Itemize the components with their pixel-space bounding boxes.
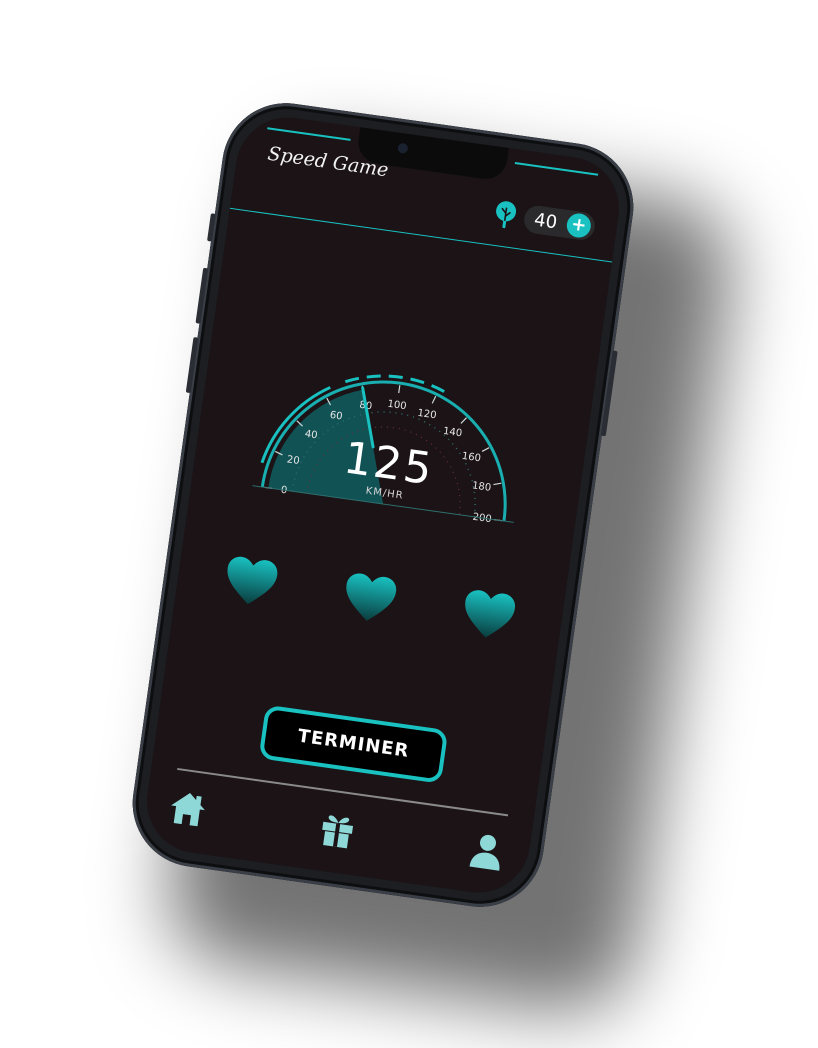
currency-pill: 40 + [522,204,597,242]
gauge-tick [481,447,490,452]
gauge-tick [460,417,467,424]
gauge-tick [398,385,401,394]
heart-icon [346,573,397,621]
gauge-tick-label: 100 [387,399,407,413]
lives [208,551,531,651]
nav-item-gifts[interactable] [314,807,360,856]
currency-value: 40 [532,208,559,233]
bottom-nav [165,787,510,876]
speedometer: 020406080100120140160180200 125 KM/HR [251,347,533,532]
header-accent-line [267,127,351,141]
header-accent-line [514,162,599,176]
tree-icon [496,201,517,229]
gauge-tick-label: 60 [329,410,343,423]
gift-icon [322,815,354,849]
finish-button[interactable]: TERMINER [258,704,449,784]
app-header: Speed Game 40 + [229,110,626,263]
nav-item-profile[interactable] [464,828,510,877]
gauge-tick-label: 140 [442,426,462,440]
camera [397,142,409,154]
user-icon [469,834,500,871]
gauge-tick-label: 120 [417,408,437,422]
home-icon [171,792,205,827]
volume-down-button [185,336,199,394]
mute-switch [207,213,216,242]
nav-item-home[interactable] [165,786,211,835]
mockup-scene: Speed Game 40 + 02040608010 [0,0,818,1048]
heart-icon [227,556,278,605]
volume-up-button [195,267,209,324]
add-currency-button[interactable]: + [565,211,593,240]
currency-balance: 40 + [491,199,597,243]
gauge-tick [431,395,437,404]
heart-icon [465,590,516,638]
